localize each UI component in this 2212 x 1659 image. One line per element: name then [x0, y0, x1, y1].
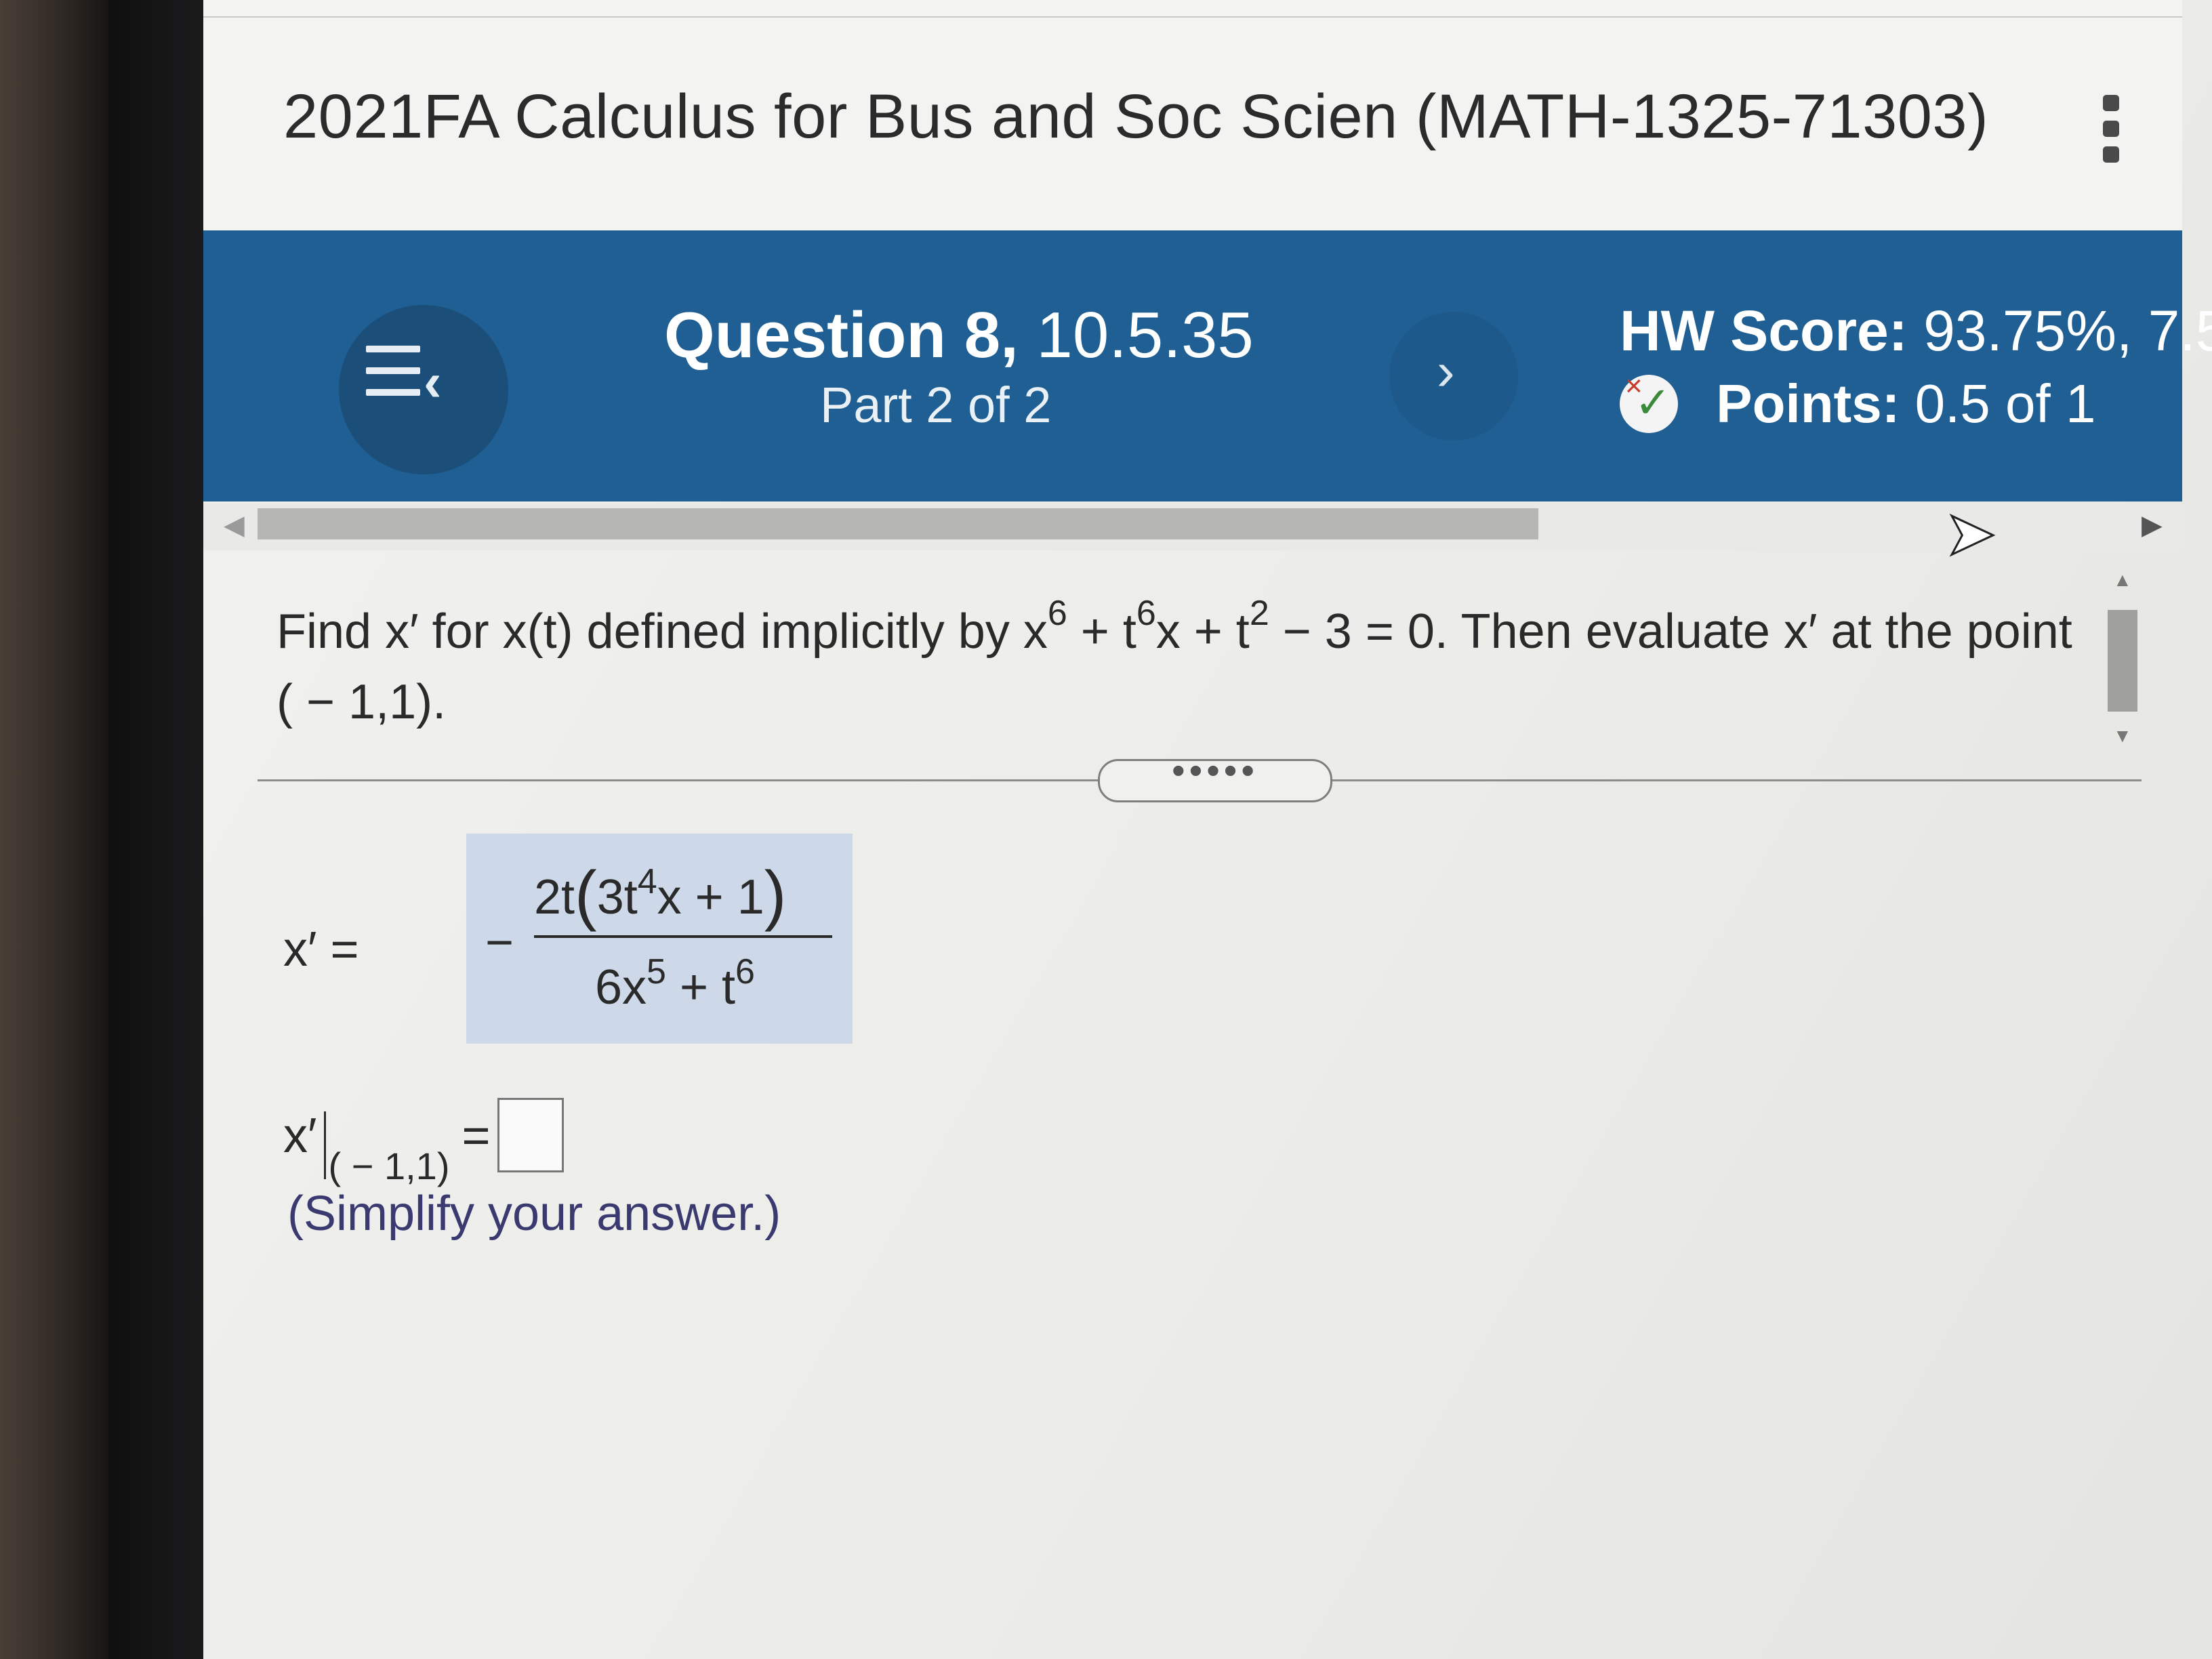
hw-score-value: 93.75%, 7.5	[1923, 299, 2212, 363]
scroll-left-icon[interactable]: ◀	[224, 510, 245, 541]
problem-exponent: 6	[1047, 594, 1067, 633]
fraction-denominator: 6x5 + t6	[595, 954, 755, 1015]
answer-sign: −	[485, 916, 514, 970]
submitted-answer-box[interactable]: − 2t(3t4x + 1) 6x5 + t6	[466, 834, 853, 1044]
problem-exponent: 6	[1136, 594, 1156, 633]
hw-score: HW Score: 93.75%, 7.5	[1620, 298, 2212, 364]
problem-text: Find x′ for x(t) defined implicitly by x	[276, 605, 1048, 659]
numerator-exponent: 4	[637, 862, 657, 901]
course-title: 2021FA Calculus for Bus and Soc Scien (M…	[283, 82, 1989, 151]
points-value: 0.5 of 1	[1914, 373, 2096, 434]
course-header: 2021FA Calculus for Bus and Soc Scien (M…	[203, 0, 2182, 230]
answer-input[interactable]	[497, 1098, 564, 1172]
equals-sign: =	[462, 1109, 491, 1163]
problem-statement: Find x′ for x(t) defined implicitly by x…	[276, 596, 2093, 737]
numerator-text: 2t	[534, 870, 575, 924]
partial-credit-icon	[1620, 369, 1678, 433]
horizontal-scrollbar[interactable]: ◀ ▶	[203, 503, 2182, 550]
derivative-label: x′ =	[283, 922, 359, 977]
question-header-bar: ‹ Question 8, 10.5.35 Part 2 of 2 › HW S…	[203, 230, 2212, 501]
vertical-scroll-thumb[interactable]	[2108, 610, 2137, 712]
question-list-button[interactable]: ‹	[339, 305, 508, 474]
numerator-text: x + 1	[657, 870, 764, 924]
paren-close: )	[764, 857, 787, 932]
problem-text: + t	[1067, 605, 1136, 659]
answer-part-2: x′ ( − 1,1) =	[283, 1098, 564, 1187]
denominator-text: + t	[665, 960, 736, 1015]
chevron-left-icon: ‹	[424, 352, 442, 412]
scroll-right-icon[interactable]: ▶	[2142, 510, 2163, 541]
vertical-scrollbar[interactable]: ▲ ▼	[2101, 569, 2142, 759]
evaluation-point: ( − 1,1)	[328, 1145, 450, 1187]
fraction-numerator: 2t(3t4x + 1)	[534, 857, 786, 933]
question-title: Question 8, 10.5.35	[664, 298, 1254, 373]
denominator-exponent: 5	[647, 952, 666, 991]
fraction-bar	[534, 935, 832, 938]
evaluation-bar	[323, 1111, 326, 1179]
question-list-icon	[366, 346, 420, 411]
points-label: Points:	[1716, 373, 1900, 434]
hw-score-label: HW Score:	[1620, 299, 1908, 363]
chevron-right-icon: ›	[1437, 341, 1455, 401]
question-part: Part 2 of 2	[820, 377, 1052, 433]
question-number: Question 8,	[664, 299, 1019, 371]
next-question-button[interactable]: ›	[1389, 312, 1518, 441]
paren-open: (	[575, 857, 597, 932]
monitor-bezel	[108, 0, 210, 1659]
problem-text: x + t	[1155, 605, 1250, 659]
scroll-down-icon[interactable]: ▼	[2113, 725, 2132, 747]
desk-background	[0, 0, 115, 1659]
denominator-exponent: 6	[735, 952, 755, 991]
top-divider	[203, 16, 2182, 18]
browser-screen: 2021FA Calculus for Bus and Soc Scien (M…	[203, 0, 2212, 1659]
problem-exponent: 2	[1249, 594, 1269, 633]
scroll-up-icon[interactable]: ▲	[2113, 569, 2132, 591]
numerator-text: 3t	[596, 870, 638, 924]
simplify-hint: (Simplify your answer.)	[287, 1187, 781, 1241]
horizontal-scroll-thumb[interactable]	[258, 508, 1538, 539]
evaluated-derivative-label: x′	[283, 1109, 317, 1163]
resize-grip[interactable]: •••••	[1098, 752, 1332, 802]
kebab-menu-icon[interactable]	[2101, 95, 2121, 176]
mouse-cursor-icon: ➤	[1944, 499, 1996, 569]
points: Points: 0.5 of 1	[1620, 369, 2096, 437]
question-id: 10.5.35	[1036, 299, 1254, 371]
denominator-text: 6x	[595, 960, 647, 1015]
